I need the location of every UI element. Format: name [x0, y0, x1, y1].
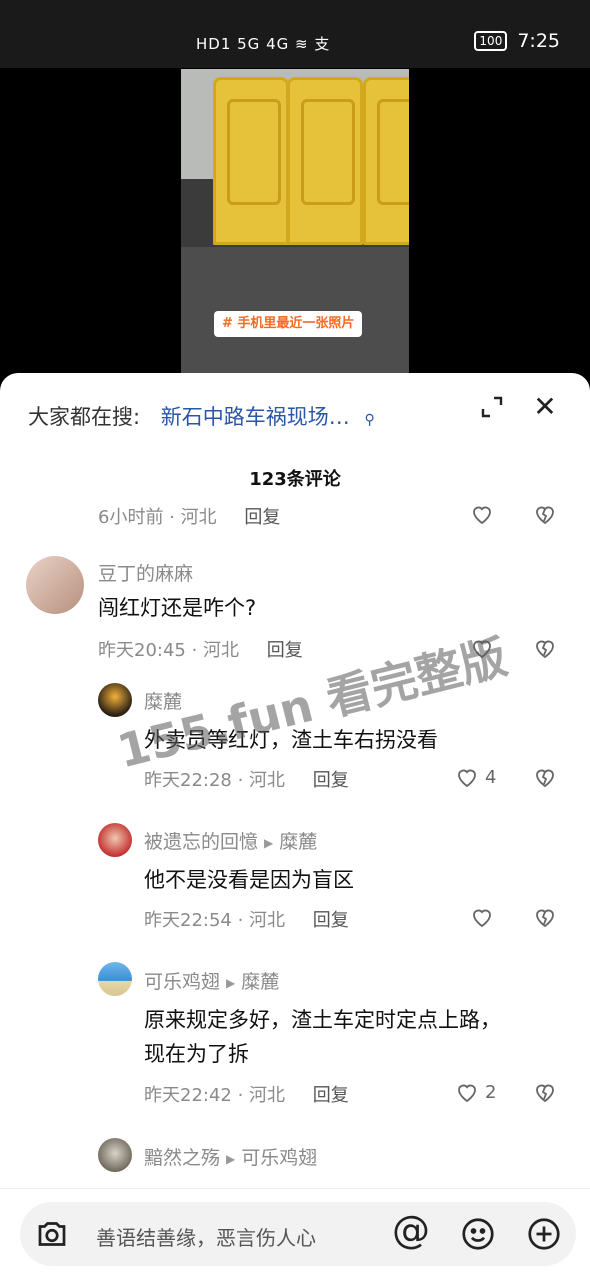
clock: 7:25 — [517, 30, 560, 52]
search-icon: ⚲ — [364, 412, 375, 428]
dislike-button[interactable] — [533, 764, 557, 790]
reply-button[interactable]: 回复 — [267, 640, 303, 661]
camera-icon[interactable] — [34, 1216, 70, 1252]
status-right: 100 7:25 — [474, 30, 560, 52]
comment-author[interactable]: 糜麓 — [144, 687, 182, 714]
input-placeholder: 善语结善缘，恶言伤人心 — [96, 1226, 316, 1250]
comment-meta: 昨天22:42 · 河北 回复 — [144, 1085, 349, 1106]
emoji-icon[interactable] — [460, 1216, 496, 1252]
comment-sheet: 大家都在搜: 新石中路车祸现场… ⚲ ✕ 123条评论 6小时前 · 河北 回复… — [0, 373, 590, 1280]
search-query-link[interactable]: 新石中路车祸现场… — [161, 405, 350, 429]
comment-time: 6小时前 — [98, 507, 164, 528]
comment-location: 河北 — [249, 910, 286, 931]
battery-icon: 100 — [474, 31, 508, 51]
dislike-button[interactable] — [533, 635, 557, 661]
comment-location: 河北 — [249, 770, 286, 791]
comment-meta: 6小时前 · 河北 回复 — [98, 507, 281, 528]
search-suggestion[interactable]: 大家都在搜: 新石中路车祸现场… ⚲ — [28, 401, 375, 431]
comment-text-line2: 现在为了拆 — [144, 1042, 249, 1066]
reply-to-name[interactable]: 可乐鸡翅 — [241, 1147, 317, 1169]
like-button[interactable]: 2 — [455, 1079, 496, 1105]
video-topic-tag[interactable]: # 手机里最近一张照片 — [214, 311, 363, 337]
avatar[interactable] — [98, 962, 132, 996]
like-count: 4 — [485, 766, 497, 788]
comment-author: 被遗忘的回憶 ▶ 糜麓 — [144, 827, 317, 854]
comment-author: 黯然之殇 ▶ 可乐鸡翅 — [144, 1143, 317, 1170]
comment-meta: 昨天22:54 · 河北 回复 — [144, 910, 349, 931]
comment-time: 昨天22:42 — [144, 1085, 232, 1106]
reply-arrow-icon: ▶ — [226, 1151, 236, 1166]
like-button[interactable]: 4 — [455, 764, 496, 790]
reply-button[interactable]: 回复 — [313, 1085, 349, 1106]
author-name[interactable]: 黯然之殇 — [144, 1147, 220, 1169]
like-count: 2 — [485, 1081, 497, 1103]
comment-author: 可乐鸡翅 ▶ 糜麓 — [144, 967, 279, 994]
search-prefix: 大家都在搜: — [28, 405, 141, 429]
comment-location: 河北 — [203, 640, 240, 661]
broken-heart-icon — [536, 1084, 554, 1103]
video-player[interactable]: # 手机里最近一张照片 — [181, 69, 409, 375]
signal-icons: HD1 5G 4G ≋ 支 — [196, 35, 331, 53]
close-icon[interactable]: ✕ — [531, 393, 559, 421]
comment-time: 昨天22:28 — [144, 770, 232, 791]
status-bar: HD1 5G 4G ≋ 支 100 7:25 — [0, 0, 590, 68]
comment-location: 河北 — [249, 1085, 286, 1106]
comment-time: 昨天20:45 — [98, 640, 186, 661]
comment-meta: 昨天22:28 · 河北 回复 — [144, 770, 349, 791]
comment-location: 河北 — [180, 507, 217, 528]
avatar[interactable] — [98, 1138, 132, 1172]
reply-arrow-icon: ▶ — [264, 835, 274, 850]
comment-count: 123条评论 — [249, 469, 341, 490]
reply-to-name[interactable]: 糜麓 — [279, 831, 317, 853]
like-button[interactable] — [470, 501, 494, 527]
heart-icon — [473, 909, 491, 928]
comment-input-bar: 善语结善缘，恶言伤人心 @ — [0, 1188, 590, 1281]
barrier-image — [213, 77, 289, 245]
comment-author[interactable]: 豆丁的麻麻 — [98, 559, 193, 586]
comment-text: 闯红灯还是咋个? — [98, 596, 257, 620]
barrier-image — [287, 77, 363, 245]
reply-arrow-icon: ▶ — [226, 975, 236, 990]
dislike-button[interactable] — [533, 904, 557, 930]
like-button[interactable] — [470, 904, 494, 930]
comment-text: 外卖员等红灯，渣土车右拐没看 — [144, 728, 438, 752]
expand-icon[interactable] — [480, 395, 504, 419]
author-name[interactable]: 可乐鸡翅 — [144, 971, 220, 993]
reply-button[interactable]: 回复 — [313, 910, 349, 931]
comment-text: 他不是没看是因为盲区 — [144, 868, 354, 892]
broken-heart-icon — [536, 769, 554, 788]
heart-icon — [473, 506, 491, 525]
broken-heart-icon — [536, 909, 554, 928]
add-icon[interactable] — [526, 1216, 562, 1252]
broken-heart-icon — [536, 640, 554, 659]
comment-text: 原来规定多好，渣土车定时定点上路， — [144, 1008, 501, 1032]
like-button[interactable] — [470, 635, 494, 661]
dislike-button[interactable] — [533, 501, 557, 527]
heart-icon — [458, 769, 476, 788]
barrier-image — [363, 77, 409, 245]
comment-time: 昨天22:54 — [144, 910, 232, 931]
broken-heart-icon — [536, 506, 554, 525]
avatar[interactable] — [26, 556, 84, 614]
author-name[interactable]: 被遗忘的回憶 — [144, 831, 258, 853]
heart-icon — [458, 1084, 476, 1103]
comment-input[interactable]: 善语结善缘，恶言伤人心 @ — [20, 1202, 576, 1266]
reply-button[interactable]: 回复 — [313, 770, 349, 791]
reply-to-name[interactable]: 糜麓 — [241, 971, 279, 993]
dislike-button[interactable] — [533, 1079, 557, 1105]
comment-meta: 昨天20:45 · 河北 回复 — [98, 640, 303, 661]
avatar[interactable] — [98, 683, 132, 717]
avatar[interactable] — [98, 823, 132, 857]
heart-icon — [473, 640, 491, 659]
reply-button[interactable]: 回复 — [244, 507, 280, 528]
mention-icon[interactable]: @ — [392, 1208, 430, 1252]
